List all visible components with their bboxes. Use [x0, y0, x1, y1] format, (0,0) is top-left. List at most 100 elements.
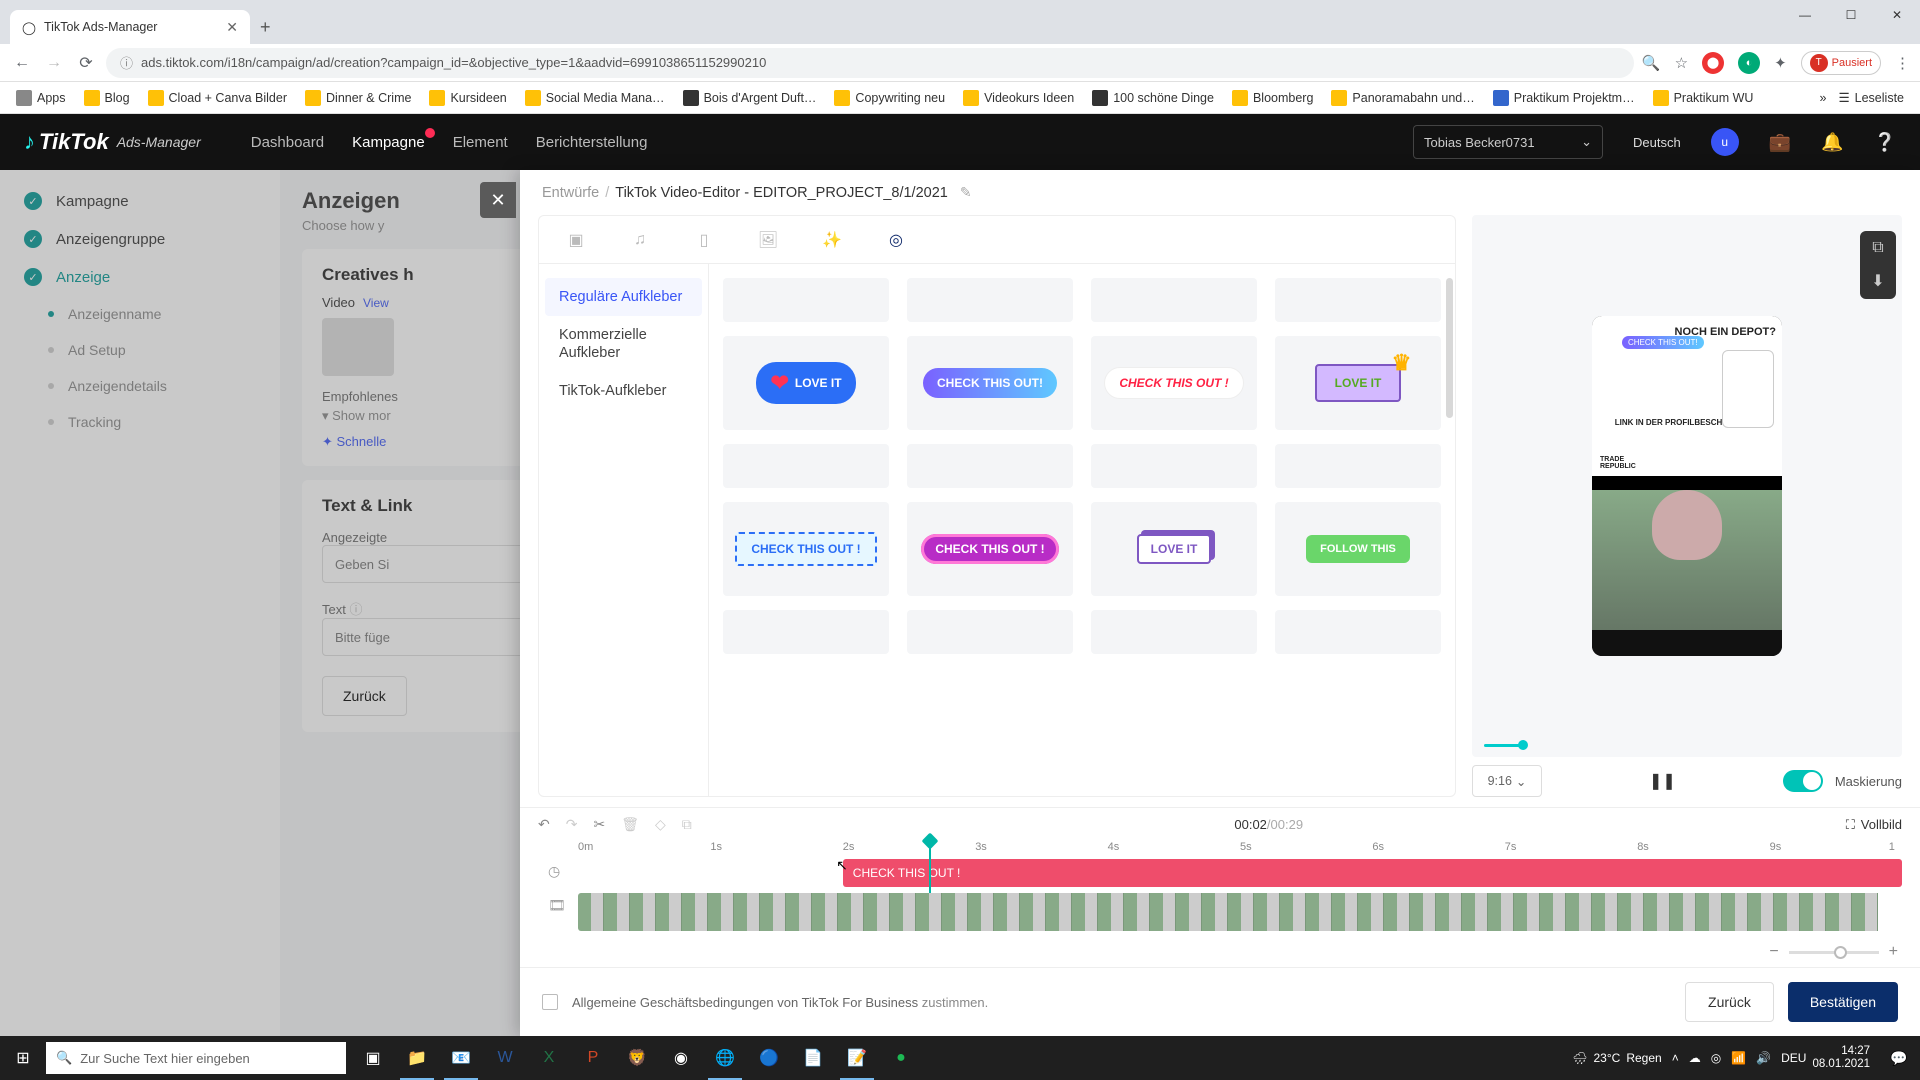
zoom-icon[interactable]: 🔍 — [1642, 54, 1661, 72]
tab-image-icon[interactable]: 🖼 — [755, 227, 781, 253]
sticker-item[interactable]: CHECK THIS OUT ! — [907, 502, 1073, 596]
bookmark-item[interactable]: 100 schöne Dinge — [1086, 88, 1220, 108]
timeline-lane-video[interactable]: 🎞 — [578, 893, 1902, 935]
app-spotify-icon[interactable]: ● — [880, 1036, 922, 1080]
sidebar-item-anzeigengruppe[interactable]: ✓Anzeigengruppe — [0, 220, 280, 258]
bookmark-item[interactable]: Praktikum Projektm… — [1487, 88, 1641, 108]
bookmark-item[interactable]: Dinner & Crime — [299, 88, 417, 108]
bookmark-item[interactable]: Bois d'Argent Duft… — [677, 88, 823, 108]
sticker-item[interactable]: FOLLOW THIS — [1275, 502, 1441, 596]
sidebar-item-kampagne[interactable]: ✓Kampagne — [0, 182, 280, 220]
url-bar[interactable]: ⓘ ads.tiktok.com/i18n/campaign/ad/creati… — [106, 48, 1634, 78]
nav-dashboard[interactable]: Dashboard — [251, 134, 324, 151]
bookmark-item[interactable]: Social Media Mana… — [519, 88, 671, 108]
zoom-slider[interactable] — [1789, 951, 1879, 954]
cat-tiktok-stickers[interactable]: TikTok-Aufkleber — [545, 372, 702, 410]
tiktok-logo[interactable]: ♪TikTok Ads-Manager — [24, 129, 201, 155]
start-button[interactable]: ⊞ — [0, 1036, 46, 1080]
taskbar-weather[interactable]: 🌧 23°C Regen — [1572, 1051, 1661, 1065]
download-icon[interactable]: ⬇ — [1871, 271, 1884, 291]
zoom-in-button[interactable]: + — [1889, 943, 1898, 961]
avatar[interactable]: u — [1711, 128, 1739, 156]
sticker-item[interactable] — [723, 610, 889, 654]
sticker-item[interactable] — [907, 444, 1073, 488]
app-brave-icon[interactable]: 🦁 — [616, 1036, 658, 1080]
app-generic-icon[interactable]: 📄 — [792, 1036, 834, 1080]
sticker-item[interactable] — [907, 278, 1073, 322]
aspect-ratio-select[interactable]: 9:16⌄ — [1472, 765, 1542, 797]
sidebar-sub-adsetup[interactable]: Ad Setup — [0, 332, 280, 368]
video-preview[interactable]: CHECK THIS OUT! NOCH EIN DEPOT? TRADEREP… — [1472, 215, 1902, 757]
sticker-item[interactable] — [1275, 444, 1441, 488]
cat-commercial-stickers[interactable]: Kommerzielle Aufkleber — [545, 316, 702, 372]
language-select[interactable]: Deutsch — [1633, 135, 1681, 150]
app-obs-icon[interactable]: ◉ — [660, 1036, 702, 1080]
tray-location-icon[interactable]: ◎ — [1711, 1051, 1721, 1065]
cut-icon[interactable]: ✂ — [593, 816, 605, 833]
zoom-out-button[interactable]: − — [1769, 943, 1778, 961]
extension-icon[interactable]: ⬤ — [1702, 52, 1724, 74]
sticker-item[interactable] — [1091, 278, 1257, 322]
account-select[interactable]: Tobias Becker0731 ⌄ — [1413, 125, 1603, 159]
nav-element[interactable]: Element — [453, 134, 508, 151]
edit-icon[interactable]: ✎ — [960, 184, 972, 201]
fullscreen-button[interactable]: ⛶Vollbild — [1846, 817, 1902, 833]
bookmark-item[interactable]: Praktikum WU — [1647, 88, 1760, 108]
terms-checkbox[interactable] — [542, 994, 558, 1010]
tab-music-icon[interactable]: ♫ — [627, 227, 653, 253]
sticker-item[interactable]: ❤LOVE IT — [723, 336, 889, 430]
bookmark-item[interactable]: Copywriting neu — [828, 88, 951, 108]
sticker-item[interactable] — [1275, 610, 1441, 654]
pause-icon[interactable]: ❚❚ — [1649, 771, 1676, 791]
quick-link[interactable]: Schnelle — [337, 434, 387, 449]
taskbar-clock[interactable]: 14:27 08.01.2021 — [1812, 1045, 1870, 1071]
breadcrumb-root[interactable]: Entwürfe — [542, 185, 599, 201]
sticker-item[interactable]: LOVE IT — [1091, 502, 1257, 596]
redo-icon[interactable]: ↷ — [566, 816, 578, 833]
nav-bericht[interactable]: Berichterstellung — [536, 134, 648, 151]
tray-wifi-icon[interactable]: 📶 — [1731, 1051, 1746, 1065]
confirm-button[interactable]: Bestätigen — [1788, 982, 1898, 1022]
window-minimize-button[interactable]: — — [1782, 0, 1828, 30]
sticker-item[interactable] — [723, 278, 889, 322]
timeline-ruler[interactable]: 0m 1s 2s 3s 4s 5s 6s 7s 8s 9s 1 — [578, 839, 1902, 859]
tray-lang[interactable]: DEU — [1781, 1051, 1806, 1065]
menu-icon[interactable]: ⋮ — [1895, 54, 1910, 72]
tab-effects-icon[interactable]: ✨ — [819, 227, 845, 253]
scrollbar[interactable] — [1446, 278, 1453, 418]
sidebar-sub-anzeigenname[interactable]: Anzeigenname — [0, 296, 280, 332]
view-link[interactable]: View — [363, 296, 389, 310]
app-excel-icon[interactable]: X — [528, 1036, 570, 1080]
extension-icon[interactable]: ◐ — [1738, 52, 1760, 74]
profile-paused-chip[interactable]: TPausiert — [1801, 51, 1881, 75]
tab-video-icon[interactable]: ▣ — [563, 227, 589, 253]
star-icon[interactable]: ☆ — [1675, 54, 1688, 72]
app-explorer-icon[interactable]: 📁 — [396, 1036, 438, 1080]
site-info-icon[interactable]: ⓘ — [120, 53, 133, 72]
sticker-item[interactable]: CHECK THIS OUT ! — [1091, 336, 1257, 430]
window-maximize-button[interactable]: ☐ — [1828, 0, 1874, 30]
bookmark-apps[interactable]: Apps — [10, 88, 72, 108]
app-word-icon[interactable]: W — [484, 1036, 526, 1080]
app-chrome-icon[interactable]: 🌐 — [704, 1036, 746, 1080]
help-icon[interactable]: ❔ — [1874, 132, 1896, 153]
erase-icon[interactable]: ◇ — [655, 816, 666, 833]
bookmark-item[interactable]: Kursideen — [423, 88, 512, 108]
sticker-item[interactable]: CHECK THIS OUT ! — [723, 502, 889, 596]
sticker-item[interactable]: CHECK THIS OUT! — [907, 336, 1073, 430]
bookmark-item[interactable]: Panoramabahn und… — [1325, 88, 1480, 108]
new-tab-button[interactable]: + — [260, 17, 271, 44]
volume-slider[interactable] — [1484, 744, 1524, 747]
window-close-button[interactable]: ✕ — [1874, 0, 1920, 30]
forward-button[interactable]: → — [42, 54, 66, 72]
bookmark-item[interactable]: Bloomberg — [1226, 88, 1319, 108]
sticker-item[interactable] — [1091, 610, 1257, 654]
crop-icon[interactable]: ⧉ — [682, 816, 692, 833]
bookmarks-overflow-icon[interactable]: » — [1819, 91, 1826, 105]
reading-list[interactable]: ☰Leseliste — [1832, 88, 1910, 107]
tab-text-icon[interactable]: ▯ — [691, 227, 717, 253]
extensions-icon[interactable]: ✦ — [1774, 54, 1787, 72]
delete-icon[interactable]: 🗑 — [621, 816, 639, 833]
briefcase-icon[interactable]: 💼 — [1769, 132, 1791, 153]
task-view-icon[interactable]: ▣ — [352, 1036, 394, 1080]
